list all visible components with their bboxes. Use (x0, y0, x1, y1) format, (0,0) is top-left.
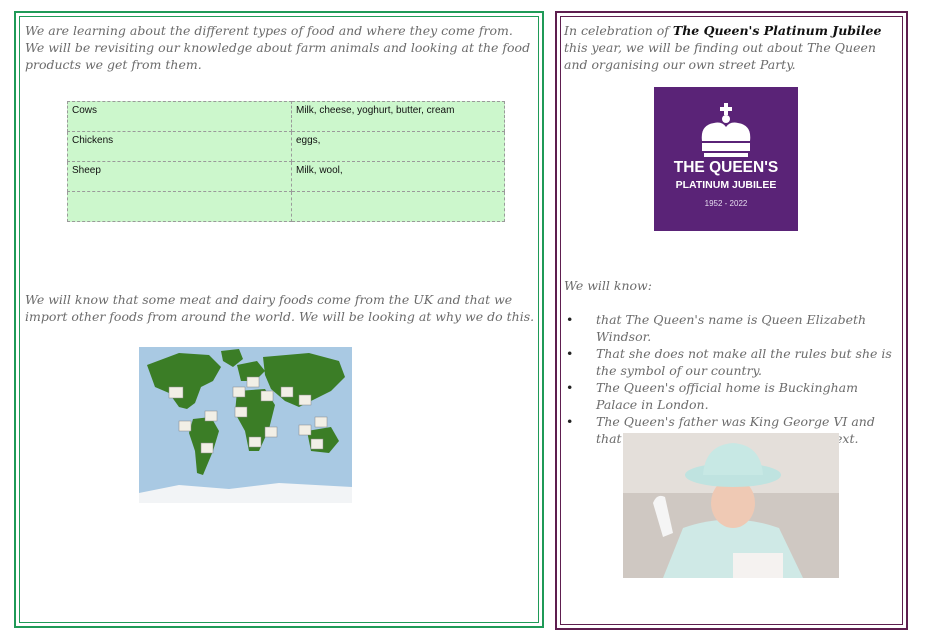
logo-title: THE QUEEN'S (673, 159, 779, 176)
world-food-map-image (139, 347, 352, 503)
world-map-icon (139, 347, 352, 503)
table-cell: Chickens (67, 131, 292, 162)
table-cell: Milk, wool, (291, 161, 505, 192)
table-cell: Sheep (67, 161, 292, 192)
celebration-paragraph: In celebration of The Queen's Platinum J… (564, 22, 902, 73)
list-item: that The Queen's name is Queen Elizabeth… (564, 311, 899, 345)
we-will-know-heading: We will know: (564, 278, 652, 293)
right-panel: In celebration of The Queen's Platinum J… (555, 11, 908, 630)
queen-portrait-icon (623, 433, 839, 578)
table-cell (67, 191, 292, 222)
food-table: Cows Milk, cheese, yoghurt, butter, crea… (67, 101, 505, 222)
know-list: that The Queen's name is Queen Elizabeth… (564, 311, 899, 447)
queen-photo-image (623, 433, 839, 578)
celebration-suffix: this year, we will be finding out about … (564, 40, 876, 72)
table-cell (291, 191, 505, 222)
jubilee-bold-text: The Queen's Platinum Jubilee (672, 23, 882, 38)
table-cell: Cows (67, 101, 292, 132)
list-item: That she does not make all the rules but… (564, 345, 899, 379)
celebration-prefix: In celebration of (564, 23, 673, 38)
intro-paragraph: We are learning about the different type… (25, 23, 531, 72)
import-paragraph: We will know that some meat and dairy fo… (25, 292, 535, 324)
table-row (67, 191, 505, 222)
table-row: Cows Milk, cheese, yoghurt, butter, crea… (67, 101, 505, 132)
table-row: Chickens eggs, (67, 131, 505, 162)
logo-subtitle: PLATINUM JUBILEE (675, 179, 777, 191)
table-cell: eggs, (291, 131, 505, 162)
left-panel: We are learning about the different type… (14, 11, 544, 628)
table-cell: Milk, cheese, yoghurt, butter, cream (291, 101, 505, 132)
table-row: Sheep Milk, wool, (67, 161, 505, 192)
logo-years: 1952 - 2022 (704, 199, 748, 208)
list-item: The Queen's official home is Buckingham … (564, 379, 899, 413)
